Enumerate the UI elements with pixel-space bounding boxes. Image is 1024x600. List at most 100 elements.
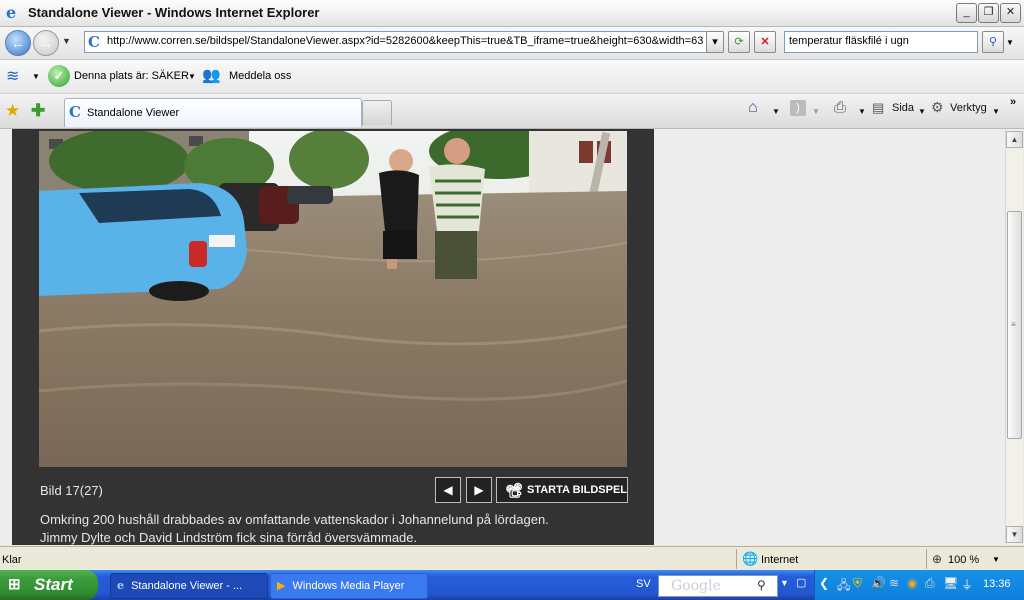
site-status-dropdown-icon[interactable]: ▼ [188,72,196,81]
volume-icon[interactable]: 🔊 [871,576,886,590]
feeds-dropdown-icon[interactable]: ▼ [812,107,820,116]
add-favorite-icon[interactable]: ✚ [31,101,45,121]
ie-logo-icon: e [117,579,124,592]
refresh-button[interactable]: ⟳ [728,31,750,53]
caption-line-2: Jimmy Dylte och David Lindström fick sin… [40,530,418,545]
arrow-right-icon: → [39,35,53,51]
app-tray-icon[interactable]: ◉ [907,576,917,590]
status-text: Klar [2,554,22,566]
image-caption: Omkring 200 hushåll drabbades av omfatta… [40,511,630,547]
back-button[interactable]: ← [5,30,31,56]
links-toolbar: ≋ ▼ ✓ Denna plats är: SÄKER ▼ 👥 Meddela … [0,60,1024,94]
print-dropdown-icon[interactable]: ▼ [858,107,866,116]
report-link[interactable]: Meddela oss [229,70,291,82]
zoom-dropdown-icon[interactable]: ▼ [992,555,1000,564]
search-text: temperatur fläskfilé i ugn [789,35,909,47]
start-label: Start [34,575,73,594]
forward-button[interactable]: → [33,30,59,56]
divider [736,549,737,569]
shield-icon[interactable]: ⛨ [853,576,862,591]
scroll-thumb[interactable]: ≡ [1007,211,1022,439]
zoom-icon: ⊕ [932,552,943,566]
search-options-icon[interactable]: ▼ [1006,38,1014,47]
start-button[interactable]: ⊞ Start [0,570,98,600]
gear-icon: ⚙ [931,99,944,115]
feeds-toolbar-icon[interactable]: ≋ [6,66,28,86]
tools-menu[interactable]: Verktyg [950,102,987,114]
grip-icon: ≡ [1011,320,1016,329]
page-menu[interactable]: Sida [892,102,914,114]
people-icon: 👥 [202,67,221,84]
start-slideshow-button[interactable]: 📽 STARTA BILDSPEL [496,477,628,503]
taskbar: ⊞ Start e Standalone Viewer - ... ▶ Wind… [0,570,1024,600]
toolbar-dropdown-icon[interactable]: ▼ [32,72,40,81]
tab-favicon-icon: C [69,103,81,121]
close-button[interactable]: ✕ [1000,3,1021,23]
home-dropdown-icon[interactable]: ▼ [772,107,780,116]
favorites-star-icon[interactable]: ★ [5,101,20,121]
wifi-icon[interactable]: ≋ [889,576,899,590]
print-icon[interactable]: ⎙ [834,99,846,116]
search-icon[interactable]: ⚲ [757,578,766,592]
media-player-icon: ▶ [277,580,286,592]
taskbar-item-label: Windows Media Player [292,580,405,592]
google-logo: Google [671,578,721,594]
language-indicator[interactable]: SV [636,578,651,590]
windows-logo-icon: ⊞ [8,576,21,593]
projector-icon: 📽 [505,482,523,498]
google-search-box[interactable]: Google ⚲ [658,575,778,597]
check-icon: ✓ [48,65,70,87]
taskbar-item-media-player[interactable]: ▶ Windows Media Player [270,573,428,599]
page-content: Bild 17(27) ◀ ▶ 📽 STARTA BILDSPEL Omkrin… [0,129,1005,545]
title-bar: e Standalone Viewer - Windows Internet E… [0,0,1024,27]
tabs-toolbar: ★ ✚ C Standalone Viewer ⌂ ▼ ) ▼ ⎙ ▼ ▤ Si… [0,94,1024,129]
triangle-left-icon: ◀ [443,483,453,497]
site-status[interactable]: Denna plats är: SÄKER [74,70,189,82]
viewer-panel: Bild 17(27) ◀ ▶ 📽 STARTA BILDSPEL Omkrin… [12,129,654,545]
divider [926,549,927,569]
usb-icon[interactable]: ⏚ [961,576,973,593]
ie-logo-icon: e [6,3,17,22]
arrow-left-icon: ← [11,35,25,51]
slideshow-label: STARTA BILDSPEL [527,484,628,496]
scroll-down-button[interactable]: ▼ [1006,526,1023,543]
page-dropdown-icon[interactable]: ▼ [918,107,926,116]
image-counter: Bild 17(27) [40,483,103,498]
clock[interactable]: 13:36 [983,578,1011,590]
minimize-button[interactable]: _ [956,3,977,23]
tools-dropdown-icon[interactable]: ▼ [992,107,1000,116]
stop-button[interactable]: ✕ [754,31,776,53]
address-dropdown-button[interactable]: ▾ [706,31,724,53]
monitor-icon[interactable]: 🖥 [943,576,958,590]
feeds-icon[interactable]: ) [790,100,806,116]
search-icon[interactable]: ⚲ [982,31,1004,53]
system-tray: ❮ 🖧 ⛨ 🔊 ≋ ◉ ⎙ 🖥 ⏚ 13:36 [814,570,1024,600]
zoom-level[interactable]: 100 % [948,554,979,566]
tab-label: Standalone Viewer [87,107,180,119]
scroll-up-button[interactable]: ▲ [1006,131,1023,148]
address-text: http://www.corren.se/bildspel/Standalone… [107,35,703,47]
address-toolbar: ← → ▼ C http://www.corren.se/bildspel/St… [0,27,1024,60]
previous-image-button[interactable]: ◀ [435,477,461,503]
new-tab-button[interactable] [362,100,392,125]
next-image-button[interactable]: ▶ [466,477,492,503]
history-dropdown-icon[interactable]: ▼ [62,36,71,46]
network-icon[interactable]: 🖧 [837,576,850,597]
site-favicon-icon: C [88,33,100,51]
search-options-icon[interactable]: ▼ [780,578,789,588]
taskbar-item-ie[interactable]: e Standalone Viewer - ... [110,573,268,599]
page-icon: ▤ [872,100,885,115]
restore-button[interactable]: ❐ [978,3,999,23]
tab-standalone-viewer[interactable]: C Standalone Viewer [64,98,362,127]
window-title: Standalone Viewer - Windows Internet Exp… [28,5,320,20]
chevron-more-icon[interactable]: » [1010,96,1016,108]
search-input[interactable]: temperatur fläskfilé i ugn [784,31,978,53]
chevron-left-icon[interactable]: ❮ [819,576,829,590]
vertical-scrollbar[interactable]: ▲ ≡ ▼ [1005,129,1023,545]
address-input[interactable]: C http://www.corren.se/bildspel/Standalo… [84,31,708,53]
home-icon[interactable]: ⌂ [748,99,758,117]
printer-tray-icon[interactable]: ⎙ [925,576,935,591]
window-icon[interactable]: ▢ [796,576,806,589]
status-bar: Klar 🌐 Internet ⊕ 100 % ▼ [0,546,1024,571]
taskbar-item-label: Standalone Viewer - ... [131,580,243,592]
